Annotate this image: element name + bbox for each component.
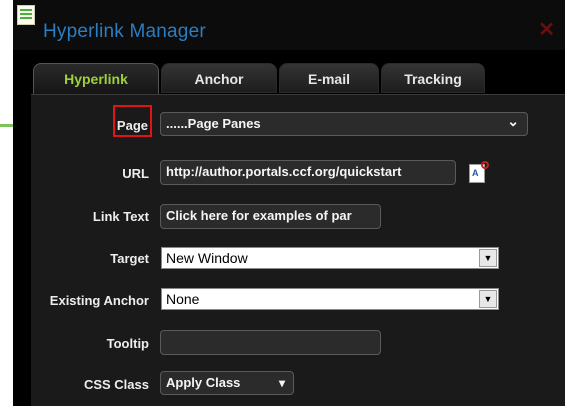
title-bar: Hyperlink Manager ✕: [13, 0, 565, 50]
url-label: URL: [122, 166, 149, 181]
page-select-value: ......Page Panes: [166, 116, 261, 131]
url-input[interactable]: http://author.portals.ccf.org/quickstart: [160, 160, 456, 185]
existing-anchor-label: Existing Anchor: [49, 293, 149, 308]
existing-anchor-value: None: [166, 291, 200, 307]
css-class-label: CSS Class: [83, 377, 149, 392]
document-icon: [17, 5, 35, 25]
target-select[interactable]: New Window ▼: [161, 247, 499, 269]
existing-anchor-select[interactable]: None ▼: [161, 288, 499, 310]
document-manager-icon[interactable]: A: [469, 161, 489, 183]
link-text-label: Link Text: [92, 209, 149, 224]
tab-hyperlink[interactable]: Hyperlink: [33, 63, 159, 95]
chevron-down-icon: ⌄: [507, 113, 519, 129]
target-label: Target: [110, 251, 149, 266]
tab-anchor[interactable]: Anchor: [161, 63, 277, 93]
page-select[interactable]: ......Page Panes ⌄: [160, 112, 528, 136]
hyperlink-manager-dialog: Hyperlink Manager ✕ Hyperlink Anchor E-m…: [13, 0, 565, 406]
target-select-value: New Window: [166, 250, 248, 266]
tab-strip: Hyperlink Anchor E-mail Tracking: [33, 63, 563, 95]
tab-tracking[interactable]: Tracking: [381, 63, 485, 93]
tooltip-label: Tooltip: [106, 336, 149, 351]
tooltip-input[interactable]: [160, 330, 381, 355]
css-class-value: Apply Class: [166, 375, 241, 390]
chevron-down-icon: ▾: [278, 376, 285, 390]
dropdown-arrow-icon[interactable]: ▼: [479, 290, 497, 308]
link-text-input[interactable]: Click here for examples of par: [160, 204, 381, 229]
dropdown-arrow-icon[interactable]: ▼: [479, 249, 497, 267]
css-class-select[interactable]: Apply Class ▾: [160, 371, 294, 395]
document-manager-glyph: A: [472, 168, 479, 178]
close-icon[interactable]: ✕: [538, 17, 555, 42]
window-title: Hyperlink Manager: [43, 21, 206, 42]
annotation-highlight-box: [113, 105, 152, 137]
tab-email[interactable]: E-mail: [279, 63, 379, 93]
